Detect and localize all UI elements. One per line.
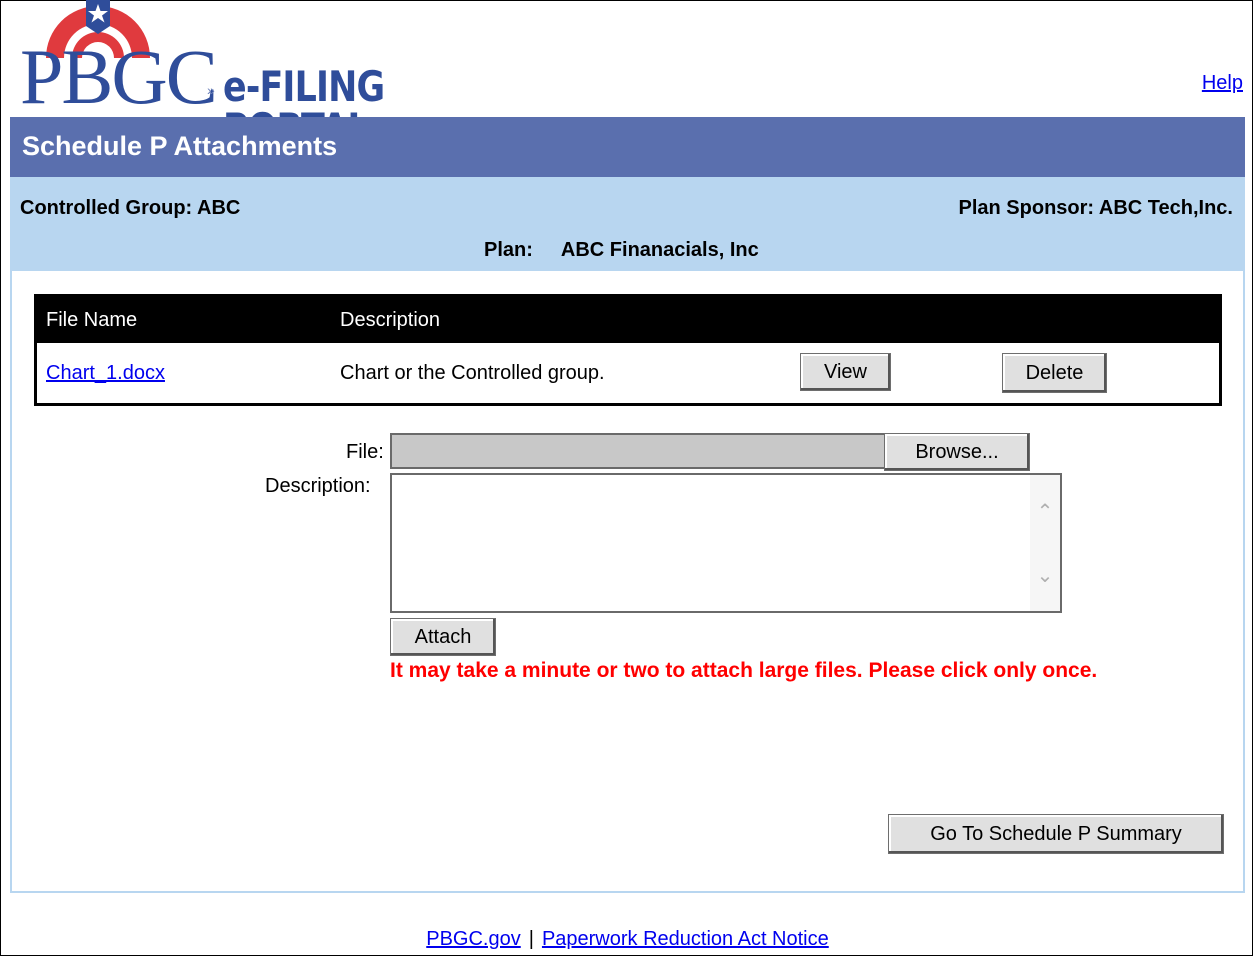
help-link[interactable]: Help	[1202, 72, 1243, 95]
attachments-table: File Name Description Chart_1.docx Chart…	[34, 294, 1222, 406]
pbgc-gov-link[interactable]: PBGC.gov	[426, 928, 520, 950]
attach-button[interactable]: Attach	[390, 618, 496, 656]
controlled-group-label: Controlled Group: ABC	[20, 197, 241, 219]
main-content: File Name Description Chart_1.docx Chart…	[10, 271, 1245, 893]
page-title: Schedule P Attachments	[22, 131, 338, 161]
description-textarea[interactable]	[390, 473, 1062, 613]
delete-button[interactable]: Delete	[1002, 353, 1107, 393]
plan-sponsor-label: Plan Sponsor: ABC Tech,Inc.	[958, 197, 1233, 219]
chevron-up-icon[interactable]: ⌃	[1030, 497, 1060, 527]
paperwork-notice-link[interactable]: Paperwork Reduction Act Notice	[542, 928, 829, 950]
info-band: Controlled Group: ABC Plan Sponsor: ABC …	[10, 177, 1245, 271]
plan-label: Plan:	[484, 239, 533, 261]
file-name-link[interactable]: Chart_1.docx	[46, 362, 165, 385]
column-header-file-name: File Name	[46, 309, 138, 331]
chevron-down-icon[interactable]: ⌄	[1030, 561, 1060, 591]
footer-separator: |	[528, 928, 534, 950]
pbgc-logo: PBGC » e-FILING PORTAL	[10, 0, 530, 150]
table-row: Chart_1.docx Chart or the Controlled gro…	[37, 343, 1219, 403]
plan-info: Plan: ABC Finanacials, Inc	[484, 239, 759, 262]
footer: PBGC.gov | Paperwork Reduction Act Notice	[0, 928, 1255, 951]
go-to-summary-button[interactable]: Go To Schedule P Summary	[888, 814, 1224, 854]
table-header: File Name Description	[37, 297, 1219, 343]
description-label: Description:	[265, 475, 371, 497]
browse-button[interactable]: Browse...	[884, 433, 1030, 471]
view-button[interactable]: View	[800, 353, 891, 391]
file-description: Chart or the Controlled group.	[340, 362, 605, 384]
textarea-scrollbar[interactable]: ⌃ ⌄	[1030, 475, 1060, 611]
title-bar: Schedule P Attachments	[10, 117, 1245, 177]
logo-pbgc-text: PBGC	[20, 33, 218, 120]
plan-value: ABC Finanacials, Inc	[560, 239, 759, 261]
attach-warning: It may take a minute or two to attach la…	[390, 659, 1098, 682]
file-label: File:	[346, 441, 384, 463]
logo-separator: »	[207, 82, 215, 98]
file-input[interactable]	[390, 433, 884, 469]
column-header-description: Description	[340, 309, 441, 331]
